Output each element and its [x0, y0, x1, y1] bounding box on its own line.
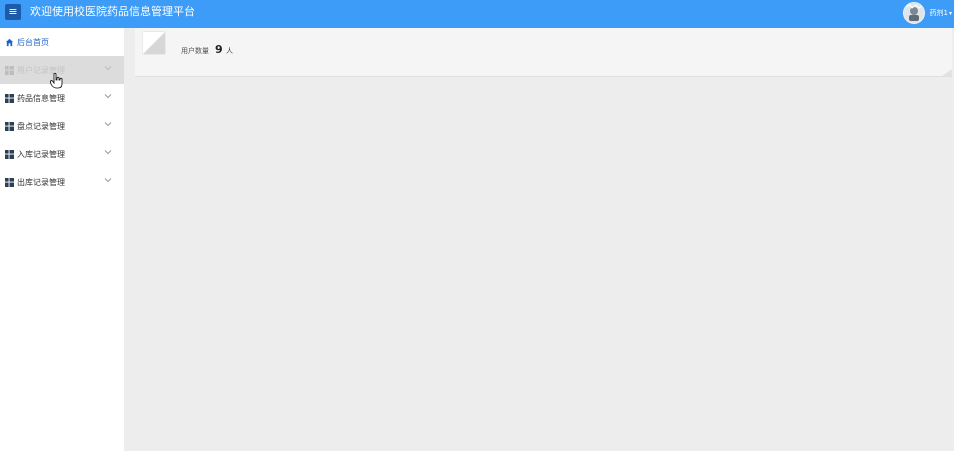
chevron-down-icon[interactable]: [104, 148, 112, 156]
sidebar: 后台首页 用户记录管理 药品信息管理 盘点记录管理 入库记录管理 出库记录管理: [0, 28, 125, 451]
user-name[interactable]: 药剂1: [930, 8, 948, 18]
grid-icon: [5, 93, 14, 103]
sidebar-item-inventory-records[interactable]: 盘点记录管理: [0, 112, 124, 140]
chevron-down-icon[interactable]: [104, 92, 112, 100]
sidebar-item-label: 入库记录管理: [17, 149, 65, 159]
sidebar-item-label: 药品信息管理: [17, 93, 65, 103]
sidebar-item-stock-in-records[interactable]: 入库记录管理: [0, 140, 124, 168]
image-thumbnail-icon: [143, 32, 165, 54]
grid-icon: [5, 177, 14, 187]
chevron-down-icon[interactable]: [104, 176, 112, 184]
chevron-down-icon[interactable]: [104, 64, 112, 72]
user-menu[interactable]: 药剂1 ▾: [902, 2, 954, 24]
avatar[interactable]: [902, 2, 925, 24]
sidebar-item-label: 后台首页: [17, 37, 49, 47]
sidebar-item-label: 用户记录管理: [17, 65, 65, 75]
grid-icon: [5, 65, 14, 75]
app-title: 欢迎使用校医院药品信息管理平台: [30, 5, 195, 18]
chevron-down-icon[interactable]: [104, 120, 112, 128]
user-count-card: 用户数量 9 人: [135, 28, 952, 77]
sidebar-item-stock-out-records[interactable]: 出库记录管理: [0, 168, 124, 196]
home-icon: [5, 38, 14, 46]
card-corner-decoration: [942, 69, 952, 76]
sidebar-item-label: 盘点记录管理: [17, 121, 65, 131]
user-count-value: 9: [215, 43, 223, 56]
sidebar-item-label: 出库记录管理: [17, 177, 65, 187]
grid-icon: [5, 149, 14, 159]
sidebar-item-user-records[interactable]: 用户记录管理: [0, 56, 124, 84]
grid-icon: [5, 121, 14, 131]
caret-down-icon[interactable]: ▾: [949, 10, 952, 17]
hamburger-icon: ≡: [8, 5, 18, 18]
menu-toggle-button[interactable]: ≡: [5, 4, 21, 20]
main-content: 用户数量 9 人: [124, 28, 954, 451]
user-count-unit: 人: [226, 47, 233, 55]
user-count-label: 用户数量: [181, 47, 209, 55]
sidebar-item-drug-info[interactable]: 药品信息管理: [0, 84, 124, 112]
top-navbar: ≡ 欢迎使用校医院药品信息管理平台 药剂1 ▾: [0, 0, 954, 28]
sidebar-item-home[interactable]: 后台首页: [0, 28, 124, 56]
